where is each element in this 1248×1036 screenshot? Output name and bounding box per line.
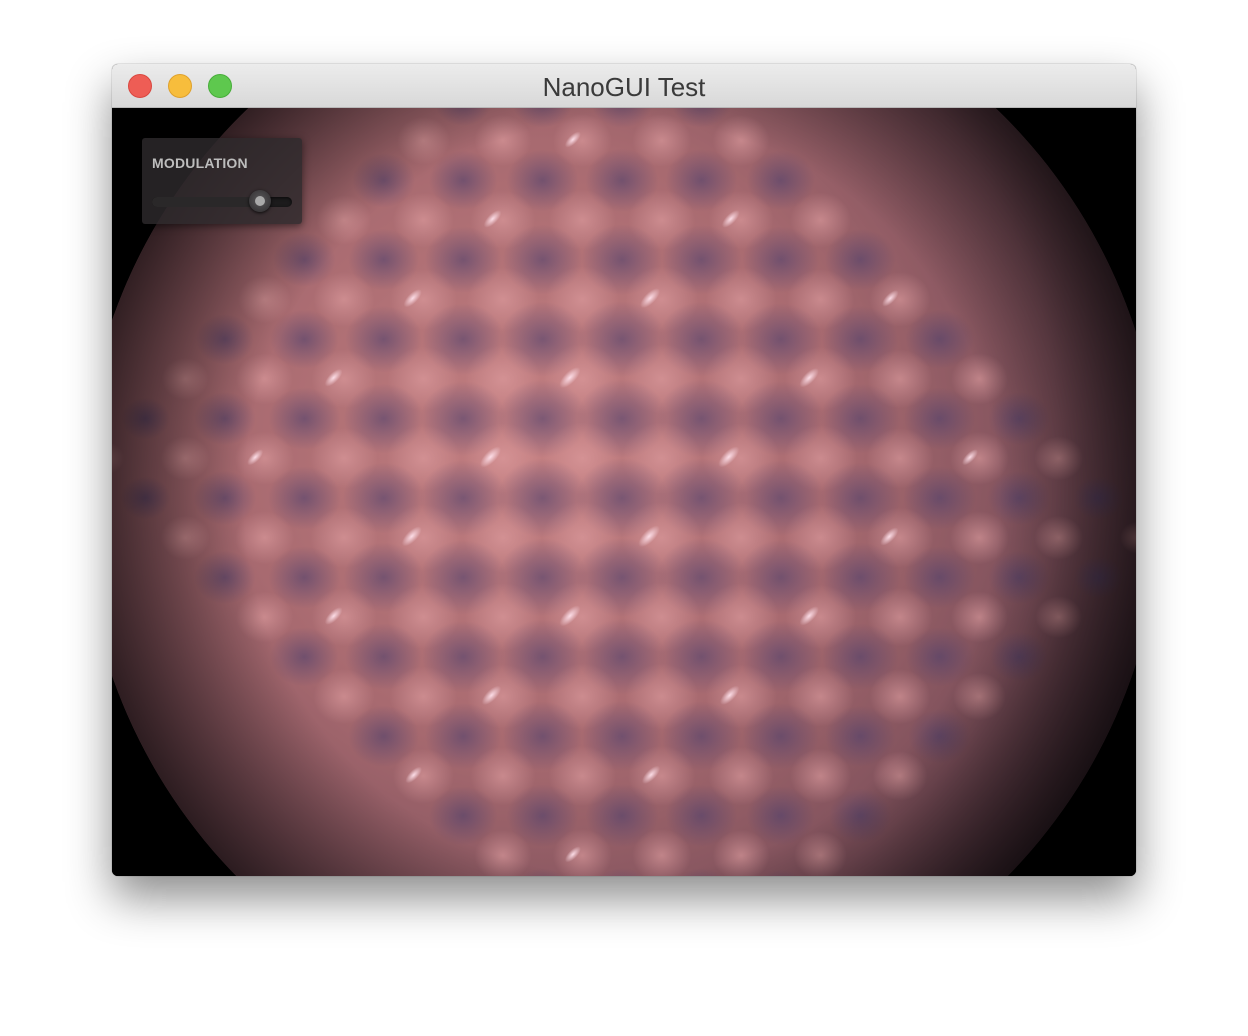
modulation-panel: MODULATION <box>142 138 302 224</box>
window-title: NanoGUI Test <box>542 72 706 102</box>
render-canvas[interactable]: MODULATION <box>112 108 1136 876</box>
modulation-label: MODULATION <box>152 155 248 171</box>
slider-knob[interactable] <box>248 190 271 212</box>
app-window: NanoGUI Test MODULATION <box>112 64 1136 876</box>
slider-fill <box>152 197 260 207</box>
title-bar[interactable]: NanoGUI Test <box>112 64 1136 108</box>
modulation-slider[interactable] <box>152 190 292 212</box>
